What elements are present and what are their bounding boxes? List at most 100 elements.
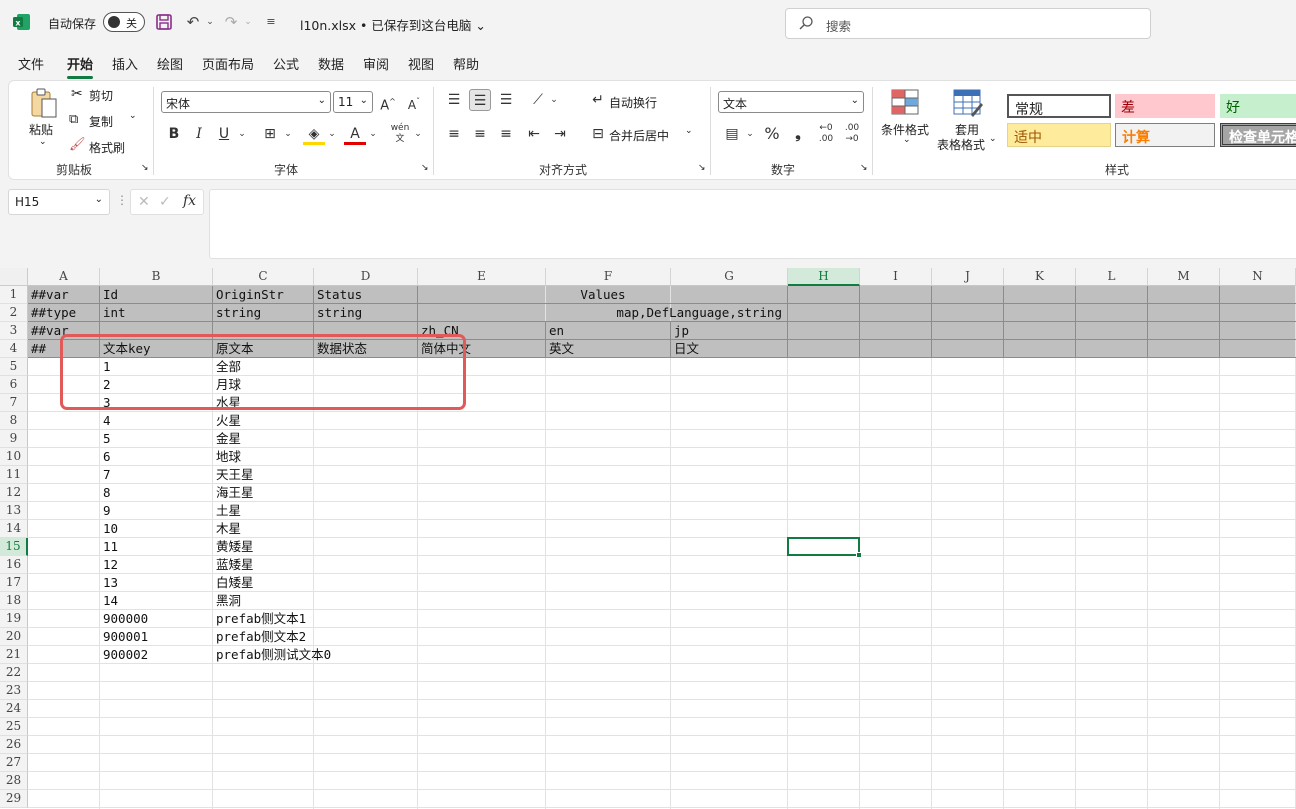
tab-home[interactable]: 开始	[67, 54, 94, 79]
style-good[interactable]: 好	[1220, 94, 1296, 118]
row-header-12[interactable]: 12	[0, 484, 28, 502]
underline-dropdown-icon[interactable]: ⌄	[231, 123, 253, 145]
tab-view[interactable]: 视图	[408, 54, 434, 73]
cut-icon[interactable]: ✂	[71, 86, 83, 102]
style-calculation[interactable]: 计算	[1115, 123, 1215, 147]
row-header-11[interactable]: 11	[0, 466, 28, 484]
column-header-n[interactable]: N	[1220, 268, 1296, 286]
font-color-dropdown-icon[interactable]: ⌄	[362, 123, 384, 145]
format-painter-icon[interactable]: 🖌	[69, 137, 86, 152]
increase-decimal-icon[interactable]: ←0.00	[815, 123, 837, 145]
customize-toolbar-icon[interactable]: ≡	[262, 13, 280, 31]
column-header-f[interactable]: F	[546, 268, 671, 286]
column-header-d[interactable]: D	[314, 268, 418, 286]
search-input[interactable]: 搜索	[785, 8, 1151, 39]
cell-a1[interactable]: ##var	[28, 286, 100, 304]
tab-insert[interactable]: 插入	[112, 54, 138, 73]
cell-b18[interactable]: 14	[100, 592, 213, 610]
cell-c17[interactable]: 白矮星	[213, 574, 314, 592]
font-name-select[interactable]: 宋体 ⌄	[161, 91, 331, 113]
tab-help[interactable]: 帮助	[453, 54, 479, 73]
cell-c20[interactable]: prefab侧文本2	[213, 628, 314, 646]
column-header-j[interactable]: J	[932, 268, 1004, 286]
row-header-27[interactable]: 27	[0, 754, 28, 772]
cell-b19[interactable]: 900000	[100, 610, 213, 628]
font-launcher-icon[interactable]: ↘	[421, 163, 429, 173]
copy-icon[interactable]: ⧉	[69, 112, 78, 127]
column-header-k[interactable]: K	[1004, 268, 1076, 286]
align-center-icon[interactable]: ≡	[469, 123, 491, 145]
row-header-7[interactable]: 7	[0, 394, 28, 412]
cell-b9[interactable]: 5	[100, 430, 213, 448]
row-header-10[interactable]: 10	[0, 448, 28, 466]
row-header-5[interactable]: 5	[0, 358, 28, 376]
fill-color-dropdown-icon[interactable]: ⌄	[321, 123, 343, 145]
decrease-indent-icon[interactable]: ⇤	[523, 123, 545, 145]
style-neutral[interactable]: 适中	[1007, 123, 1111, 147]
cell-b16[interactable]: 12	[100, 556, 213, 574]
cell-b1[interactable]: Id	[100, 286, 213, 304]
style-normal[interactable]: 常规	[1007, 94, 1111, 118]
align-middle-icon[interactable]: ☰	[469, 89, 491, 111]
cell-c11[interactable]: 天王星	[213, 466, 314, 484]
row-header-24[interactable]: 24	[0, 700, 28, 718]
clipboard-launcher-icon[interactable]: ↘	[141, 163, 149, 173]
row-header-22[interactable]: 22	[0, 664, 28, 682]
enter-icon[interactable]: ✓	[159, 194, 171, 210]
name-box[interactable]: H15 ⌄	[8, 189, 110, 215]
cell-e1[interactable]: Values	[418, 286, 788, 304]
row-header-1[interactable]: 1	[0, 286, 28, 304]
format-painter-button[interactable]: 格式刷	[89, 139, 125, 156]
comma-style-icon[interactable]: ❟	[787, 123, 809, 145]
cell-c19[interactable]: prefab侧文本1	[213, 610, 314, 628]
redo-icon[interactable]: ↷	[222, 13, 240, 31]
increase-indent-icon[interactable]: ⇥	[549, 123, 571, 145]
cell-c16[interactable]: 蓝矮星	[213, 556, 314, 574]
conditional-format-icon[interactable]	[891, 89, 921, 117]
column-header-b[interactable]: B	[100, 268, 213, 286]
row-header-4[interactable]: 4	[0, 340, 28, 358]
tab-draw[interactable]: 绘图	[157, 54, 183, 73]
row-header-17[interactable]: 17	[0, 574, 28, 592]
insert-function-icon[interactable]: fx	[183, 193, 196, 209]
cancel-icon[interactable]: ✕	[138, 194, 150, 210]
active-cell-selection[interactable]	[787, 537, 862, 558]
decrease-decimal-icon[interactable]: .00 →0	[841, 123, 863, 145]
column-header-l[interactable]: L	[1076, 268, 1148, 286]
cell-b21[interactable]: 900002	[100, 646, 213, 664]
row-header-19[interactable]: 19	[0, 610, 28, 628]
file-name[interactable]: l10n.xlsx • 已保存到这台电脑 ⌄	[300, 15, 486, 34]
phonetic-dropdown-icon[interactable]: ⌄	[407, 123, 429, 145]
bold-icon[interactable]: B	[163, 123, 185, 145]
more-icon[interactable]: ⋮	[116, 193, 128, 207]
cell-d1[interactable]: Status	[314, 286, 418, 304]
cell-c15[interactable]: 黄矮星	[213, 538, 314, 556]
cell-b20[interactable]: 900001	[100, 628, 213, 646]
merge-center-icon[interactable]: ⊟	[587, 123, 609, 145]
cell-c1[interactable]: OriginStr	[213, 286, 314, 304]
row-header-16[interactable]: 16	[0, 556, 28, 574]
column-header-c[interactable]: C	[213, 268, 314, 286]
decrease-font-icon[interactable]: Aˇ	[403, 91, 425, 113]
style-check-cell[interactable]: 检查单元格	[1220, 123, 1296, 147]
cell-b13[interactable]: 9	[100, 502, 213, 520]
column-header-e[interactable]: E	[418, 268, 546, 286]
copy-dropdown-icon[interactable]: ⌄	[129, 111, 137, 121]
format-as-table-dropdown-icon[interactable]: ⌄	[989, 134, 997, 144]
row-header-14[interactable]: 14	[0, 520, 28, 538]
tab-data[interactable]: 数据	[318, 54, 344, 73]
borders-dropdown-icon[interactable]: ⌄	[277, 123, 299, 145]
increase-font-icon[interactable]: A^	[377, 91, 399, 113]
row-header-13[interactable]: 13	[0, 502, 28, 520]
fill-handle[interactable]	[856, 552, 862, 558]
cell-b12[interactable]: 8	[100, 484, 213, 502]
cell-c21[interactable]: prefab侧测试文本0	[213, 646, 331, 664]
tab-page-layout[interactable]: 页面布局	[202, 54, 254, 73]
paste-icon[interactable]	[29, 87, 59, 119]
cut-button[interactable]: 剪切	[89, 87, 113, 104]
align-left-icon[interactable]: ≡	[443, 123, 465, 145]
cell-c12[interactable]: 海王星	[213, 484, 314, 502]
style-bad[interactable]: 差	[1115, 94, 1215, 118]
row-header-29[interactable]: 29	[0, 790, 28, 808]
format-as-table-icon[interactable]	[953, 89, 983, 117]
